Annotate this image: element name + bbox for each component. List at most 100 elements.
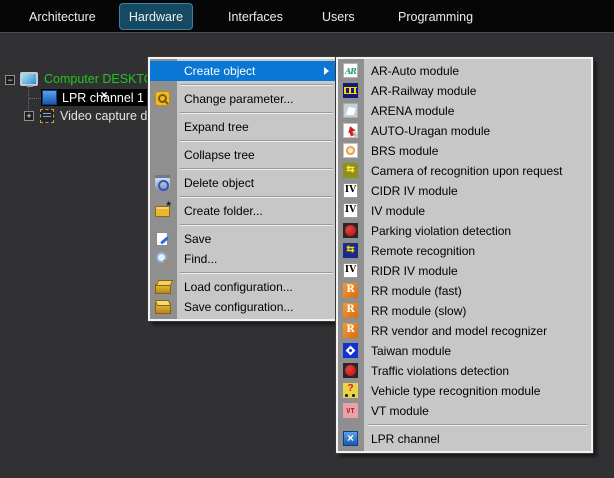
- video-capture-device-icon: [40, 109, 54, 123]
- menu-item-label: Find...: [184, 252, 217, 266]
- arena-icon: [343, 103, 358, 118]
- menu-item-change-parameter[interactable]: Change parameter...: [150, 89, 336, 109]
- menu-item-label: Create object: [184, 64, 255, 78]
- menu-item-label: Remote recognition: [371, 244, 475, 258]
- menu-item-label: RIDR IV module: [371, 264, 458, 278]
- red-circle-icon: [343, 363, 358, 378]
- trash-icon: [155, 175, 170, 190]
- menu-item-label: Change parameter...: [184, 92, 293, 106]
- rr-icon: [343, 323, 358, 338]
- menu-item-ridr-iv-module[interactable]: RIDR IV module: [338, 261, 591, 281]
- menu-item-lpr-channel[interactable]: LPR channel: [338, 429, 591, 449]
- iv-icon: [343, 183, 358, 198]
- menu-separator: [150, 137, 336, 145]
- menu-item-vehicle-type-recognition-module[interactable]: Vehicle type recognition module: [338, 381, 591, 401]
- menu-item-parking-violation-detection[interactable]: Parking violation detection: [338, 221, 591, 241]
- menu-item-rr-vendor-and-model-recognizer[interactable]: RR vendor and model recognizer: [338, 321, 591, 341]
- menu-item-iv-module[interactable]: IV module: [338, 201, 591, 221]
- lpr-icon: [343, 431, 358, 446]
- menu-item-rr-module-slow[interactable]: RR module (slow): [338, 301, 591, 321]
- menu-item-traffic-violations-detection[interactable]: Traffic violations detection: [338, 361, 591, 381]
- menu-item-label: AR-Auto module: [371, 64, 459, 78]
- tree-expander-collapse[interactable]: −: [5, 75, 15, 85]
- camera-request-icon: [343, 163, 358, 178]
- menu-separator: [150, 269, 336, 277]
- menu-separator: [150, 193, 336, 201]
- tree-expander-expand[interactable]: +: [24, 111, 34, 121]
- iv-icon: [343, 203, 358, 218]
- menu-separator: [150, 109, 336, 117]
- menu-item-find[interactable]: Find...: [150, 249, 336, 269]
- context-menu: Create object Change parameter... Expand t…: [148, 57, 338, 321]
- menu-item-brs-module[interactable]: BRS module: [338, 141, 591, 161]
- tree-item-video-capture[interactable]: Video capture d: [60, 109, 147, 123]
- menu-item-label: Parking violation detection: [371, 224, 511, 238]
- application-window: Architecture Hardware Interfaces Users Progr…: [0, 0, 614, 478]
- menu-item-label: RR vendor and model recognizer: [371, 324, 547, 338]
- tab-programming[interactable]: Programming: [398, 0, 473, 33]
- menu-separator: [150, 81, 336, 89]
- menu-item-vt-module[interactable]: VT module: [338, 401, 591, 421]
- brs-icon: [343, 143, 358, 158]
- lpr-channel-icon: [42, 90, 57, 105]
- menu-item-label: LPR channel: [371, 432, 440, 446]
- menu-item-label: Taiwan module: [371, 344, 451, 358]
- tab-interfaces[interactable]: Interfaces: [228, 0, 283, 33]
- menu-item-load-configuration[interactable]: Load configuration...: [150, 277, 336, 297]
- ar-railway-icon: [343, 83, 358, 98]
- menu-item-create-object[interactable]: Create object: [150, 61, 336, 81]
- menu-item-camera-of-recognition-upon-request[interactable]: Camera of recognition upon request: [338, 161, 591, 181]
- menu-item-save-configuration[interactable]: Save configuration...: [150, 297, 336, 317]
- rr-icon: [343, 283, 358, 298]
- menu-item-remote-recognition[interactable]: Remote recognition: [338, 241, 591, 261]
- menu-item-label: Traffic violations detection: [371, 364, 509, 378]
- vehicle-type-icon: [343, 383, 358, 398]
- ar-auto-icon: [343, 63, 358, 78]
- box-open-icon: [155, 279, 170, 294]
- folder-new-icon: [155, 203, 170, 218]
- submenu-items: AR-Auto module AR-Railway moduleARENA mod…: [338, 61, 591, 449]
- menu-item-save[interactable]: Save: [150, 229, 336, 249]
- tab-users[interactable]: Users: [322, 0, 355, 33]
- menu-item-collapse-tree[interactable]: Collapse tree: [150, 145, 336, 165]
- menu-item-label: CIDR IV module: [371, 184, 458, 198]
- menu-item-rr-module-fast[interactable]: RR module (fast): [338, 281, 591, 301]
- tab-bar: Architecture Hardware Interfaces Users Progr…: [0, 0, 614, 33]
- menu-item-label: Load configuration...: [184, 280, 293, 294]
- menu-separator: [150, 221, 336, 229]
- menu-item-label: VT module: [371, 404, 429, 418]
- menu-item-label: Vehicle type recognition module: [371, 384, 540, 398]
- menu-item-label: Camera of recognition upon request: [371, 164, 562, 178]
- menu-item-label: Save: [184, 232, 211, 246]
- menu-item-delete-object[interactable]: Delete object: [150, 173, 336, 193]
- computer-icon: [20, 72, 38, 86]
- tab-hardware[interactable]: Hardware: [119, 3, 193, 30]
- menu-item-label: BRS module: [371, 144, 438, 158]
- save-icon: [155, 231, 170, 246]
- menu-separator: [338, 421, 591, 429]
- menu-item-label: RR module (slow): [371, 304, 466, 318]
- menu-item-label: Save configuration...: [184, 300, 293, 314]
- key-icon: [155, 91, 170, 106]
- menu-item-taiwan-module[interactable]: Taiwan module: [338, 341, 591, 361]
- menu-item-label: Delete object: [184, 176, 254, 190]
- menu-item-label: RR module (fast): [371, 284, 462, 298]
- menu-item-expand-tree[interactable]: Expand tree: [150, 117, 336, 137]
- submenu-arrow-icon: [324, 67, 329, 75]
- menu-item-create-folder[interactable]: Create folder...: [150, 201, 336, 221]
- menu-separator: [150, 165, 336, 173]
- remote-icon: [343, 243, 358, 258]
- taiwan-icon: [343, 343, 358, 358]
- menu-item-auto-uragan-module[interactable]: AUTO-Uragan module: [338, 121, 591, 141]
- tab-architecture[interactable]: Architecture: [29, 0, 96, 33]
- tree-connector-vertical: [28, 86, 29, 114]
- menu-item-ar-auto-module[interactable]: AR-Auto module: [338, 61, 591, 81]
- menu-item-label: Collapse tree: [184, 148, 255, 162]
- red-circle-icon: [343, 223, 358, 238]
- iv-icon: [343, 263, 358, 278]
- menu-item-arena-module[interactable]: ARENA module: [338, 101, 591, 121]
- box-closed-icon: [155, 299, 170, 314]
- menu-item-label: IV module: [371, 204, 425, 218]
- menu-item-cidr-iv-module[interactable]: CIDR IV module: [338, 181, 591, 201]
- menu-item-ar-railway-module[interactable]: AR-Railway module: [338, 81, 591, 101]
